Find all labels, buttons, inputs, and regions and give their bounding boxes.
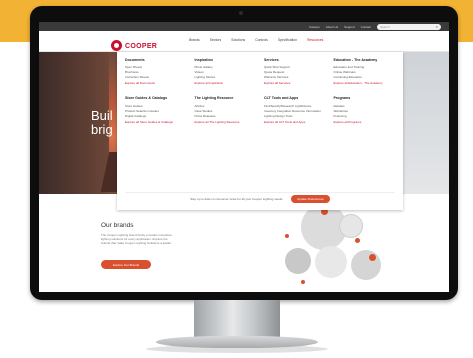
mega-link[interactable]: Instruction Sheets — [125, 75, 187, 80]
brand-image-circle — [285, 248, 311, 274]
mega-link[interactable]: Lighting Stories — [195, 75, 257, 80]
mega-footer-text: Stay up to date on consumer news for all… — [190, 196, 284, 201]
stage: Careers About Us Support Contact Search … — [0, 0, 473, 358]
logo-icon — [111, 39, 122, 51]
mega-explore-link[interactable]: Explore all The Lighting Resource — [195, 120, 257, 125]
mega-explore-link[interactable]: Explore all CLT Tools and Apps — [264, 120, 326, 125]
decor-dot — [301, 280, 305, 284]
search-input[interactable]: Search ⌕ — [377, 23, 441, 30]
search-icon[interactable]: ⌕ — [436, 24, 438, 29]
nav-item-specification[interactable]: Specification — [278, 38, 297, 42]
update-preferences-button[interactable]: Update Preferences — [291, 194, 330, 203]
mega-explore-link[interactable]: Explore all Education - The Academy — [334, 81, 396, 86]
mega-menu-footer: Stay up to date on consumer news for all… — [125, 192, 395, 204]
decor-dot — [285, 234, 289, 238]
mega-explore-link[interactable]: Explore all Store Guides & Catalogs — [125, 120, 187, 125]
mega-link[interactable]: Lighting Design Tools — [264, 114, 326, 119]
nav-item-resources[interactable]: Resources — [307, 38, 323, 42]
nav-item-sectors[interactable]: Sectors — [210, 38, 222, 42]
mega-column-title: CLT Tools and Apps — [264, 96, 299, 101]
mega-link[interactable]: Warranty Services — [264, 75, 326, 80]
nav-item-brands[interactable]: Brands — [189, 38, 200, 42]
mega-explore-link[interactable]: Explore all Services — [264, 81, 326, 86]
decor-dot — [355, 238, 360, 243]
hero-right-panel — [399, 52, 449, 194]
mega-column: The Lighting Resource Articles Case Stud… — [195, 96, 257, 124]
mega-explore-link[interactable]: Explore all Programs — [334, 120, 396, 125]
mega-menu-columns: Documents Spec Sheets Brochures Instruct… — [125, 58, 395, 125]
nav-items: Brands Sectors Solutions Controls Specif… — [189, 38, 323, 42]
nav-item-controls[interactable]: Controls — [255, 38, 268, 42]
monitor: Careers About Us Support Contact Search … — [30, 6, 458, 300]
mega-column: CLT Tools and Apps Find/Specify/Research… — [264, 96, 326, 124]
mega-column: Education - The Academy Education and Tr… — [334, 58, 396, 86]
mega-column-title: Store Guides & Catalogs — [125, 96, 168, 101]
mega-column: Programs Rebates Warranties Financing Ex… — [334, 96, 396, 124]
resources-mega-menu: Documents Spec Sheets Brochures Instruct… — [117, 52, 403, 210]
mega-link[interactable]: Inventory Integration Resource Informati… — [264, 109, 326, 114]
brands-title: Our brands — [101, 222, 134, 229]
mega-column: Services Quick Ship Support Quote Reques… — [264, 58, 326, 86]
mega-link[interactable]: Continuing Education — [334, 75, 396, 80]
mega-column-title: The Lighting Resource — [194, 96, 234, 101]
mega-explore-link[interactable]: Explore all Inspiration — [195, 81, 257, 86]
utility-link[interactable]: About Us — [326, 25, 338, 29]
mega-column-title: Documents — [125, 58, 145, 62]
utility-link[interactable]: Contact — [361, 25, 371, 29]
utility-bar: Careers About Us Support Contact Search … — [39, 22, 449, 31]
brand-image-circle — [315, 246, 347, 278]
mega-column: Store Guides & Catalogs Store Guides Pro… — [125, 96, 187, 124]
monitor-base — [156, 336, 318, 348]
mega-column: Inspiration Photo Gallery Videos Lightin… — [195, 58, 257, 86]
monitor-stand — [194, 300, 280, 340]
mega-link[interactable]: Digital Catalogs — [125, 114, 187, 119]
decor-dot — [369, 254, 376, 261]
mega-column: Documents Spec Sheets Brochures Instruct… — [125, 58, 187, 86]
brand-image-circle — [339, 214, 363, 238]
screen: Careers About Us Support Contact Search … — [39, 22, 449, 292]
mega-link[interactable]: Financing — [334, 114, 396, 119]
mega-column-title: Programs — [333, 96, 351, 101]
utility-link[interactable]: Support — [344, 25, 355, 29]
mega-column-title: Services — [264, 58, 279, 62]
main-nav: COOPER LIGHTING SOLUTIONS Brands Sectors… — [39, 31, 449, 55]
utility-link[interactable]: Careers — [309, 25, 320, 29]
brands-description: The Cooper Lighting brand family provide… — [101, 233, 172, 246]
mega-explore-link[interactable]: Explore all Documents — [125, 81, 187, 86]
search-placeholder: Search — [380, 24, 390, 29]
mega-column-title: Education - The Academy — [333, 58, 378, 62]
brands-section: Our brands The Cooper Lighting brand fam… — [39, 204, 449, 292]
logo-text: COOPER — [125, 43, 158, 50]
mega-column-title: Inspiration — [194, 58, 213, 62]
explore-brands-button[interactable]: Explore Our Brands — [101, 260, 151, 269]
brand-image-circle — [351, 250, 381, 280]
nav-item-solutions[interactable]: Solutions — [231, 38, 245, 42]
mega-link[interactable]: Press Releases — [195, 114, 257, 119]
camera-dot — [239, 11, 243, 15]
